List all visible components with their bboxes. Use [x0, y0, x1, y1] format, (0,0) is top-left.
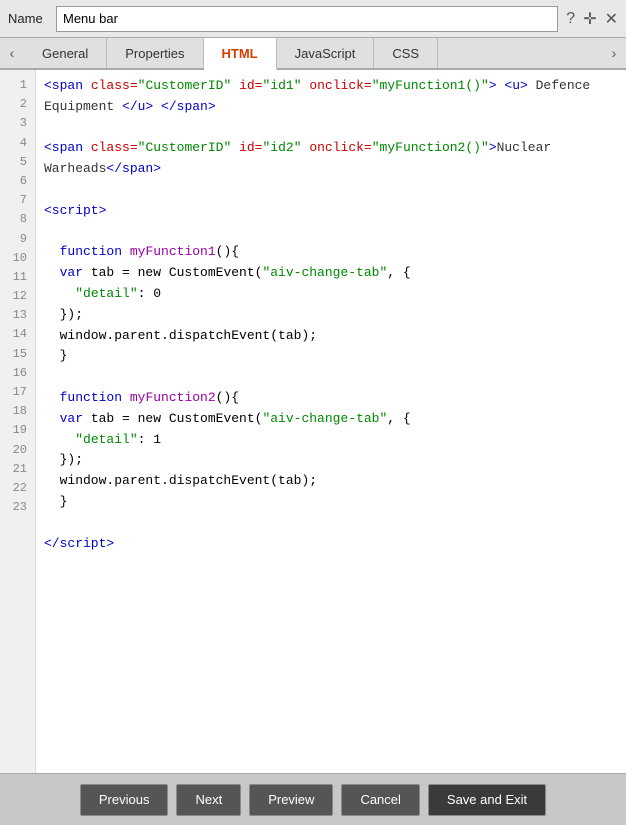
header: Name ? ✛ ✕ — [0, 0, 626, 38]
code-area: 1 2 3 4 5 6 7 8 9 10 11 12 13 14 15 16 1… — [0, 70, 626, 773]
preview-button[interactable]: Preview — [249, 784, 333, 816]
help-icon[interactable]: ? — [566, 10, 575, 28]
header-icons: ? ✛ ✕ — [566, 9, 618, 29]
footer: Previous Next Preview Cancel Save and Ex… — [0, 773, 626, 825]
tab-properties[interactable]: Properties — [107, 38, 203, 68]
tab-html[interactable]: HTML — [204, 38, 277, 70]
move-icon[interactable]: ✛ — [583, 9, 596, 29]
previous-button[interactable]: Previous — [80, 784, 169, 816]
tabs-bar: ‹ General Properties HTML JavaScript CSS… — [0, 38, 626, 70]
cancel-button[interactable]: Cancel — [341, 784, 419, 816]
line-numbers: 1 2 3 4 5 6 7 8 9 10 11 12 13 14 15 16 1… — [0, 70, 36, 773]
next-button[interactable]: Next — [176, 784, 241, 816]
tabs-container: General Properties HTML JavaScript CSS — [24, 38, 602, 68]
code-editor[interactable]: <span class="CustomerID" id="id1" onclic… — [36, 70, 626, 773]
tab-javascript[interactable]: JavaScript — [277, 38, 375, 68]
close-icon[interactable]: ✕ — [605, 9, 618, 29]
name-input[interactable] — [56, 6, 558, 32]
tab-general[interactable]: General — [24, 38, 107, 68]
tabs-left-arrow[interactable]: ‹ — [0, 38, 24, 68]
name-label: Name — [8, 11, 48, 26]
save-exit-button[interactable]: Save and Exit — [428, 784, 546, 816]
tab-css[interactable]: CSS — [374, 38, 438, 68]
tabs-right-arrow[interactable]: › — [602, 38, 626, 68]
